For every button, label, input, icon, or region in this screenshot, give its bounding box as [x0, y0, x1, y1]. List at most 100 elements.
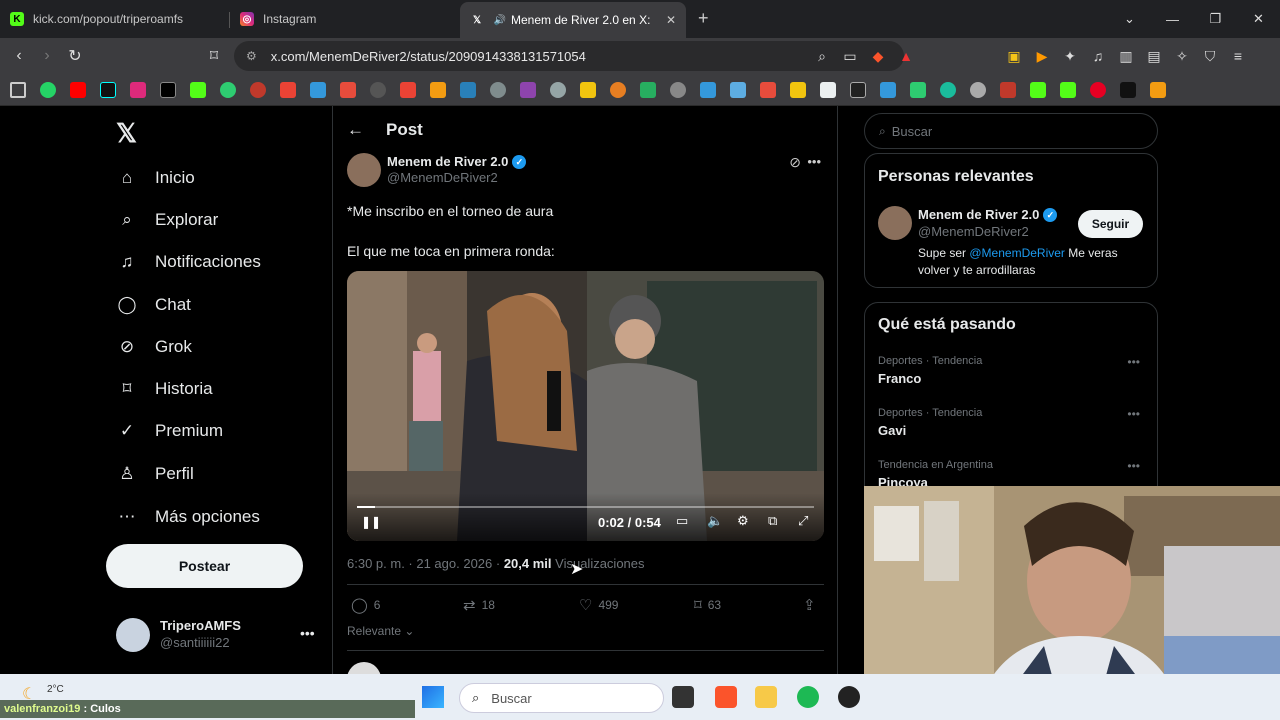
reload-icon[interactable]: ↻ [61, 46, 89, 66]
bookmark-icon-15[interactable] [700, 81, 716, 98]
x-logo-icon[interactable]: 𝕏 [116, 118, 137, 149]
task-view-icon[interactable] [672, 686, 694, 708]
bookmark-icon-11[interactable] [580, 81, 596, 98]
bookmark-button[interactable]: ⌑ 63 [694, 596, 721, 614]
bookmark-page-icon[interactable]: ⌑ [200, 46, 228, 66]
bookmark-icon-3[interactable] [310, 81, 326, 98]
menu-icon[interactable]: ≡ [1224, 48, 1252, 64]
nav-premium[interactable]: ✓ Premium [116, 420, 223, 442]
nav-notifications[interactable]: ♫ Notificaciones [116, 251, 261, 273]
repost-button[interactable]: ⇄ 18 [463, 596, 495, 614]
follow-button[interactable]: Seguir [1078, 210, 1143, 238]
netflix-icon[interactable] [1120, 81, 1136, 98]
windows-start-icon[interactable] [422, 686, 444, 708]
close-tab-icon[interactable]: ✕ [666, 13, 676, 27]
bookmark-icon-18[interactable] [790, 81, 806, 98]
bookmark-icon-12[interactable] [610, 81, 626, 98]
settings-icon[interactable]: ⚙ [737, 513, 749, 529]
tiktok-icon[interactable] [100, 81, 116, 98]
nav-grok[interactable]: ⊘ Grok [116, 336, 192, 358]
video-progress-bar[interactable] [357, 506, 814, 508]
kick-bookmark-icon-2[interactable] [1030, 81, 1046, 98]
wallet-icon[interactable]: ▤ [1140, 48, 1168, 65]
kick-bookmark-icon-3[interactable] [1060, 81, 1076, 98]
replies-sort[interactable]: Relevante ⌄ [347, 624, 414, 638]
speaker-icon[interactable]: 🔊 [493, 13, 507, 27]
post-author[interactable]: Menem de River 2.0 ✓ @MenemDeRiver2 [347, 153, 527, 187]
volume-icon[interactable]: 🔈 [707, 513, 723, 529]
play-ext-icon[interactable]: ▶ [1028, 48, 1056, 65]
person-name[interactable]: Menem de River 2.0 [918, 207, 1039, 224]
bookmark-icon-19[interactable] [820, 81, 836, 98]
person-avatar[interactable] [878, 206, 912, 240]
tab-kick[interactable]: K kick.com/popout/triperoamfs/chat [0, 3, 230, 35]
gmail-icon-2[interactable] [400, 81, 416, 98]
x-bookmark-icon[interactable] [160, 81, 176, 98]
back-icon[interactable]: ‹ [5, 47, 33, 65]
post-more-icon[interactable]: ••• [807, 154, 821, 169]
sidebar-icon[interactable]: ▥ [1112, 48, 1140, 65]
site-info-icon[interactable]: ⚙ [246, 49, 257, 63]
tab-instagram[interactable]: ◎ Instagram [230, 3, 460, 35]
share-button[interactable]: ⇪ [803, 596, 822, 614]
spotify-icon[interactable] [797, 686, 819, 708]
trend-more-icon[interactable]: ••• [1127, 407, 1140, 421]
bookmark-icon-13[interactable] [640, 81, 656, 98]
new-tab-icon[interactable]: + [698, 8, 709, 29]
wallet-ext-icon[interactable]: ▣ [1000, 48, 1028, 65]
app-icon[interactable] [838, 686, 860, 708]
vpn-icon[interactable]: ⛉ [1196, 48, 1224, 65]
fullscreen-icon[interactable]: ⤢ [798, 513, 808, 529]
like-button[interactable]: ♡ 499 [579, 596, 618, 614]
bookmark-icon-26[interactable] [1150, 81, 1166, 98]
brave-shield-icon[interactable]: ◆ [864, 48, 892, 65]
grok-explain-icon[interactable]: ⊘ [789, 154, 801, 171]
search-input[interactable]: ⌕ Buscar [864, 113, 1158, 149]
youtube-icon[interactable] [70, 81, 86, 98]
whatsapp-icon[interactable] [40, 81, 56, 98]
bookmark-icon-22[interactable] [910, 81, 926, 98]
bookmark-icon-21[interactable] [880, 81, 896, 98]
account-more-icon[interactable]: ••• [300, 625, 315, 641]
trend-more-icon[interactable]: ••• [1127, 355, 1140, 369]
bookmark-icon-20[interactable] [850, 81, 866, 98]
nav-bookmarks[interactable]: ⌑ Historia [116, 378, 213, 400]
gmail-icon[interactable] [280, 81, 296, 98]
pause-icon[interactable]: ❚❚ [361, 515, 381, 529]
instagram-bookmark-icon[interactable] [130, 81, 146, 98]
trend-item[interactable]: Deportes · Tendencia Gavi ••• [878, 407, 1148, 438]
captions-icon[interactable]: ▭ [676, 513, 688, 529]
nav-explore[interactable]: ⌕ Explorar [116, 209, 218, 231]
trend-more-icon[interactable]: ••• [1127, 459, 1140, 473]
tab-list-icon[interactable]: ⌄ [1108, 11, 1151, 27]
weather-temp[interactable]: 2°C [47, 684, 64, 695]
reply-avatar[interactable] [347, 662, 381, 674]
trend-item[interactable]: Deportes · Tendencia Franco ••• [878, 355, 1148, 386]
bookmark-icon-6[interactable] [430, 81, 446, 98]
nav-home[interactable]: ⌂ Inicio [116, 167, 195, 189]
leo-icon[interactable]: ✧ [1168, 48, 1196, 65]
bookmark-icon-25[interactable] [1000, 81, 1016, 98]
tab-x-post[interactable]: 𝕏 🔊 Menem de River 2.0 en X: "*M ✕ [460, 2, 686, 38]
bookmark-icon-10[interactable] [550, 81, 566, 98]
taskbar-search[interactable]: ⌕ Buscar [459, 683, 664, 713]
file-explorer-icon[interactable] [755, 686, 777, 708]
nav-chat[interactable]: ◯ Chat [116, 294, 190, 316]
video-player[interactable]: ❚❚ 0:02 / 0:54 ▭ 🔈 ⚙ ⧉ ⤢ [347, 271, 824, 541]
reply-button[interactable]: ◯ 6 [351, 596, 380, 614]
post-timestamp[interactable]: 6:30 p. m. · 21 ago. 2026 · [347, 556, 504, 571]
window-close-icon[interactable]: ✕ [1237, 11, 1280, 27]
bookmark-icon-2[interactable] [250, 81, 266, 98]
back-arrow-icon[interactable]: ← [347, 120, 364, 140]
bookmark-icon-5[interactable] [370, 81, 386, 98]
kick-bookmark-icon[interactable] [190, 81, 206, 98]
author-name[interactable]: Menem de River 2.0 [387, 154, 508, 170]
author-avatar[interactable] [347, 153, 381, 187]
bookmark-icon-7[interactable] [460, 81, 476, 98]
account-switcher[interactable]: TriperoAMFS @santiiiiii22 ••• [116, 618, 315, 652]
post-button[interactable]: Postear [106, 544, 303, 588]
bookmark-icon-14[interactable] [670, 81, 686, 98]
forward-icon[interactable]: › [33, 47, 61, 65]
music-icon[interactable]: ♫ [1084, 48, 1112, 64]
pinterest-icon[interactable] [1090, 81, 1106, 98]
